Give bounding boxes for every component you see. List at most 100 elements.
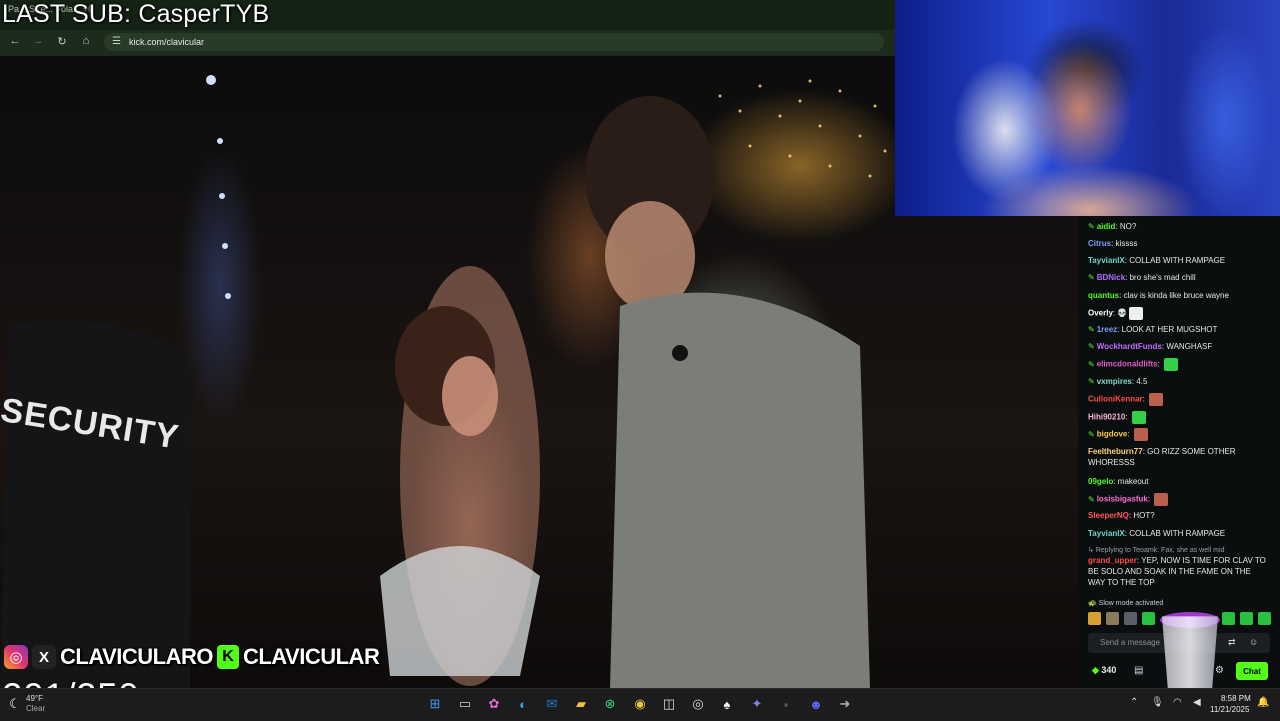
settings-icon[interactable]: ⚙ (1215, 665, 1224, 676)
chat-username[interactable]: Overly (1088, 309, 1113, 318)
app-icon[interactable]: ➜ (836, 695, 854, 713)
outlook-icon[interactable]: ✉ (543, 695, 561, 713)
weather-icon[interactable]: ☾ (6, 695, 24, 713)
ghost-app-icon[interactable]: ♠ (718, 695, 736, 713)
chat-username[interactable]: WockhardtFunds (1097, 342, 1162, 351)
chat-text: clav is kinda like bruce wayne (1123, 291, 1229, 300)
webcam-feed (895, 0, 1280, 216)
chat-username[interactable]: Hihi90210 (1088, 413, 1125, 422)
chat-username[interactable]: losisbigasfuk (1097, 495, 1148, 504)
notification-icon[interactable]: 🔔 (1257, 697, 1269, 708)
chat-message[interactable]: ✎ losisbigasfuk: (1088, 493, 1270, 506)
emoji-icon[interactable]: ☺ (1249, 637, 1258, 647)
chat-username[interactable]: 09gelo (1088, 477, 1113, 486)
slow-mode-icon: 🐢 (1088, 600, 1099, 607)
channel-points[interactable]: ◆ 340 (1092, 665, 1116, 676)
chat-username[interactable]: Feeltheburn77 (1088, 447, 1143, 456)
chat-message-reply[interactable]: grand_upper: YEP, NOW IS TIME FOR CLAV T… (1088, 555, 1270, 588)
verified-badge-icon: ✎ (1088, 377, 1095, 386)
verified-badge-icon: ✎ (1088, 342, 1095, 351)
reload-icon[interactable]: ↻ (55, 35, 69, 48)
chat-message[interactable]: ✎ elimcdonaldlifts: (1088, 358, 1270, 371)
emote-icon[interactable] (1258, 612, 1271, 625)
chat-message[interactable]: ✎ vxmpires: 4.5 (1088, 376, 1270, 387)
chat-input-placeholder[interactable]: Send a message (1100, 638, 1160, 647)
tray-chevron-icon[interactable]: ⌃ (1130, 697, 1138, 708)
chat-username[interactable]: TayvianIX (1088, 256, 1125, 265)
site-info-icon[interactable]: ☰ (112, 36, 121, 47)
chat-separator: : (1142, 394, 1148, 404)
chat-username[interactable]: TayvianIX (1088, 529, 1125, 538)
start-icon[interactable]: ⊞ (426, 695, 444, 713)
file-explorer-icon[interactable]: ▰ (572, 695, 590, 713)
xbox-icon[interactable]: ⊗ (601, 695, 619, 713)
weather-desc[interactable]: Clear (26, 704, 45, 713)
forward-icon[interactable]: → (31, 35, 45, 47)
chat-message[interactable]: TayvianIX: COLLAB WITH RAMPAGE (1088, 528, 1270, 539)
chat-message[interactable]: quantus: clav is kinda like bruce wayne (1088, 290, 1270, 301)
store-app-icon[interactable]: ◫ (660, 695, 678, 713)
chat-username[interactable]: Citrus (1088, 239, 1111, 248)
address-bar[interactable] (104, 33, 884, 51)
chat-text: NO? (1119, 222, 1137, 231)
chat-message[interactable]: 09gelo: makeout (1088, 476, 1270, 487)
translate-icon[interactable]: ⇄ (1228, 637, 1236, 648)
chat-message[interactable]: ✎ bigdove: (1088, 428, 1270, 441)
chat-emote-icon (1129, 307, 1144, 320)
verified-badge-icon: ✎ (1088, 273, 1095, 282)
chat-message[interactable]: Overly: 💀 (1088, 307, 1270, 320)
kick-icon: K (216, 645, 239, 669)
chat-username[interactable]: CulloniKennar (1088, 395, 1143, 404)
volume-icon[interactable]: ◀ (1193, 697, 1201, 708)
teams-icon[interactable]: ✦ (748, 695, 766, 713)
chat-message[interactable]: Citrus: kissss (1088, 238, 1270, 249)
chat-username[interactable]: bigdove (1097, 430, 1128, 439)
url-text[interactable]: kick.com/clavicular (129, 37, 204, 47)
wifi-icon[interactable]: ◠ (1173, 697, 1182, 708)
weather-temp[interactable]: 49°F (26, 694, 43, 703)
home-icon[interactable]: ⌂ (79, 35, 93, 47)
chat-message[interactable]: ✎ 1reez: LOOK AT HER MUGSHOT (1088, 324, 1270, 335)
reply-icon: ↳ (1088, 547, 1096, 554)
chat-message[interactable]: ✎ aidid: NO? (1088, 221, 1270, 232)
chat-username[interactable]: BDNick (1097, 273, 1125, 282)
chat-username[interactable]: elimcdonaldlifts (1097, 360, 1158, 369)
chat-message[interactable]: SleeperNQ: HOT? (1088, 510, 1270, 521)
chat-username[interactable]: vxmpires (1097, 377, 1132, 386)
social-handle-1: CLAVICULARO (60, 644, 213, 669)
chat-username[interactable]: aidid (1097, 222, 1116, 231)
clock-date[interactable]: 11/21/2025 (1210, 705, 1249, 714)
emote-icon[interactable] (1142, 612, 1155, 625)
store-icon[interactable]: ▤ (1134, 665, 1143, 676)
chat-username[interactable]: quantus (1088, 291, 1119, 300)
task-view-icon[interactable]: ▭ (456, 695, 474, 713)
chrome-icon[interactable]: ◉ (631, 695, 649, 713)
emote-icon[interactable] (1088, 612, 1101, 625)
microphone-icon[interactable]: 🎙 (1151, 697, 1164, 708)
chat-separator: : (1127, 429, 1132, 439)
edge-icon[interactable]: ◐ (514, 695, 532, 713)
send-chat-button[interactable]: Chat (1236, 662, 1268, 680)
chat-text: 4.5 (1136, 377, 1148, 386)
obs-icon[interactable]: ◎ (689, 695, 707, 713)
clock-time[interactable]: 8:58 PM (1221, 694, 1251, 703)
chat-message[interactable]: TayvianIX: COLLAB WITH RAMPAGE (1088, 255, 1270, 266)
emote-icon[interactable] (1222, 612, 1235, 625)
chat-username[interactable]: grand_upper (1088, 556, 1137, 565)
chat-message[interactable]: ✎ WockhardtFunds: WANGHASF (1088, 341, 1270, 352)
back-icon[interactable]: ← (8, 35, 22, 47)
verified-badge-icon: ✎ (1088, 429, 1095, 439)
chat-text: COLLAB WITH RAMPAGE (1129, 529, 1226, 538)
copilot-icon[interactable]: ✿ (485, 695, 503, 713)
chat-message[interactable]: Feeltheburn77: GO RIZZ SOME OTHER WHORES… (1088, 446, 1270, 468)
chat-username[interactable]: 1reez (1097, 325, 1117, 334)
chat-message[interactable]: CulloniKennar: (1088, 393, 1270, 406)
app-icon[interactable]: ▪ (777, 695, 795, 713)
chat-message[interactable]: Hihi90210: (1088, 411, 1270, 424)
discord-icon[interactable]: ☻ (807, 695, 825, 713)
emote-icon[interactable] (1124, 612, 1137, 625)
emote-icon[interactable] (1240, 612, 1253, 625)
chat-message[interactable]: ✎ BDNick: bro she's mad chill (1088, 272, 1270, 283)
chat-username[interactable]: SleeperNQ (1088, 511, 1129, 520)
emote-icon[interactable] (1106, 612, 1119, 625)
